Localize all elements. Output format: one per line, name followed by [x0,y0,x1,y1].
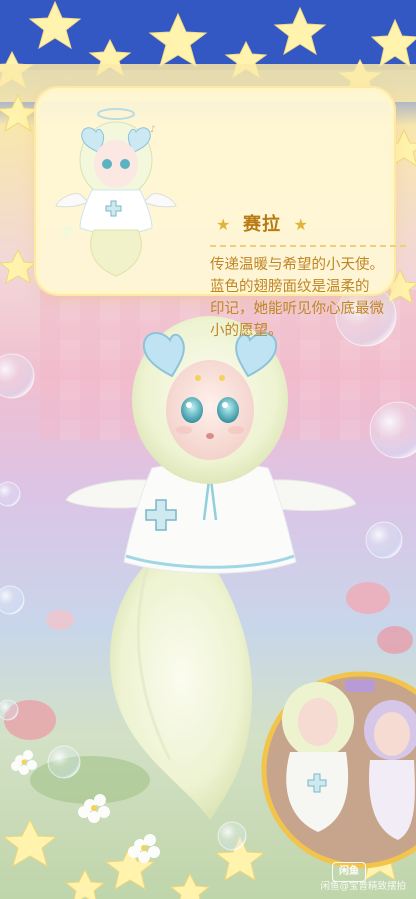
watermark-caption: 闲鱼@宝普精致摆拍 [320,881,406,892]
character-sketch: ♪ [55,108,177,277]
character-description: 传递温暖与希望的小天使。 蓝色的翅膀面纹是温柔的 印记，她能听见你心底最微 小的… [210,254,410,342]
description-line: 传递温暖与希望的小天使。 [210,257,384,273]
description-line: 小的愿望。 [210,323,283,339]
halo-icon [97,108,135,120]
dotted-divider [210,245,408,247]
description-line: 蓝色的翅膀面纹是温柔的 [210,279,370,295]
svg-text:♪: ♪ [150,125,156,135]
star-icon: ★ [293,215,308,234]
xianyu-logo: 闲鱼 [332,862,366,882]
character-card: ♪ ★ 赛拉 ★ 传递温暖与希望的小天使。 蓝色的翅膀面纹是温柔的 印记，她能听… [36,88,408,339]
eye-left [181,397,203,423]
character-name-label: 赛拉 [243,214,281,235]
eye-right [217,397,239,423]
doll-face [166,360,254,460]
star-icon: ★ [216,215,231,234]
description-line: 印记，她能听见你心底最微 [210,301,384,317]
character-name: ★ 赛拉 ★ [216,214,308,236]
